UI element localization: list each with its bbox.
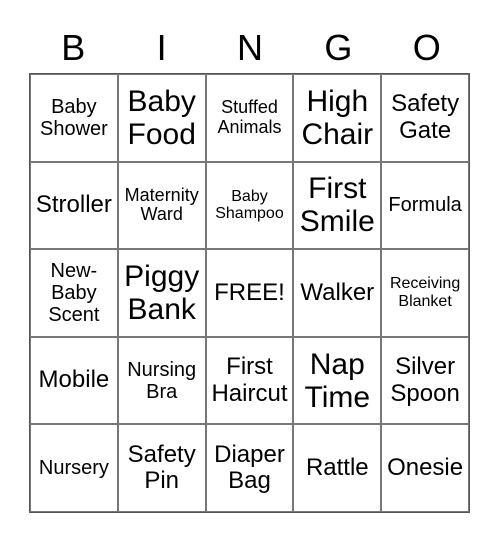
bingo-cell[interactable]: Nap Time xyxy=(293,336,382,425)
bingo-cell[interactable]: Safety Gate xyxy=(381,74,469,162)
bingo-cell[interactable]: Formula xyxy=(381,161,469,250)
bingo-cell[interactable]: Diaper Bag xyxy=(205,424,294,512)
bingo-cell[interactable]: High Chair xyxy=(293,74,382,162)
bingo-cell[interactable]: Maternity Ward xyxy=(117,161,206,250)
bingo-cell[interactable]: Nursery xyxy=(30,424,118,512)
bingo-cell[interactable]: Rattle xyxy=(293,424,382,512)
bingo-cell[interactable]: Piggy Bank xyxy=(117,249,206,337)
bingo-grid: Baby Shower Baby Food Stuffed Animals High C… xyxy=(29,73,470,513)
bingo-cell[interactable]: Walker xyxy=(293,249,382,337)
bingo-cell[interactable]: Stuffed Animals xyxy=(205,74,294,162)
bingo-cell[interactable]: Safety Pin xyxy=(117,424,206,512)
bingo-cell[interactable]: Onesie xyxy=(381,424,469,512)
bingo-cell[interactable]: Silver Spoon xyxy=(381,336,469,425)
bingo-cell[interactable]: Baby Shampoo xyxy=(205,161,294,250)
header-letter-n: N xyxy=(236,27,263,68)
bingo-cell[interactable]: First Haircut xyxy=(205,336,294,425)
bingo-header: B I N G O xyxy=(29,24,471,72)
bingo-cell[interactable]: Mobile xyxy=(30,336,118,425)
header-letter-i: I xyxy=(156,27,167,68)
bingo-cell[interactable]: Receiving Blanket xyxy=(381,249,469,337)
bingo-cell[interactable]: Baby Shower xyxy=(30,74,118,162)
bingo-cell[interactable]: Nursing Bra xyxy=(117,336,206,425)
bingo-cell[interactable]: Baby Food xyxy=(117,74,206,162)
bingo-cell[interactable]: New- Baby Scent xyxy=(30,249,118,337)
header-letter-g: G xyxy=(324,27,353,68)
header-letter-b: B xyxy=(61,27,86,68)
bingo-cell[interactable]: Stroller xyxy=(30,161,118,250)
header-letter-o: O xyxy=(412,27,441,68)
bingo-cell-free[interactable]: FREE! xyxy=(205,249,294,337)
bingo-cell[interactable]: First Smile xyxy=(293,161,382,250)
